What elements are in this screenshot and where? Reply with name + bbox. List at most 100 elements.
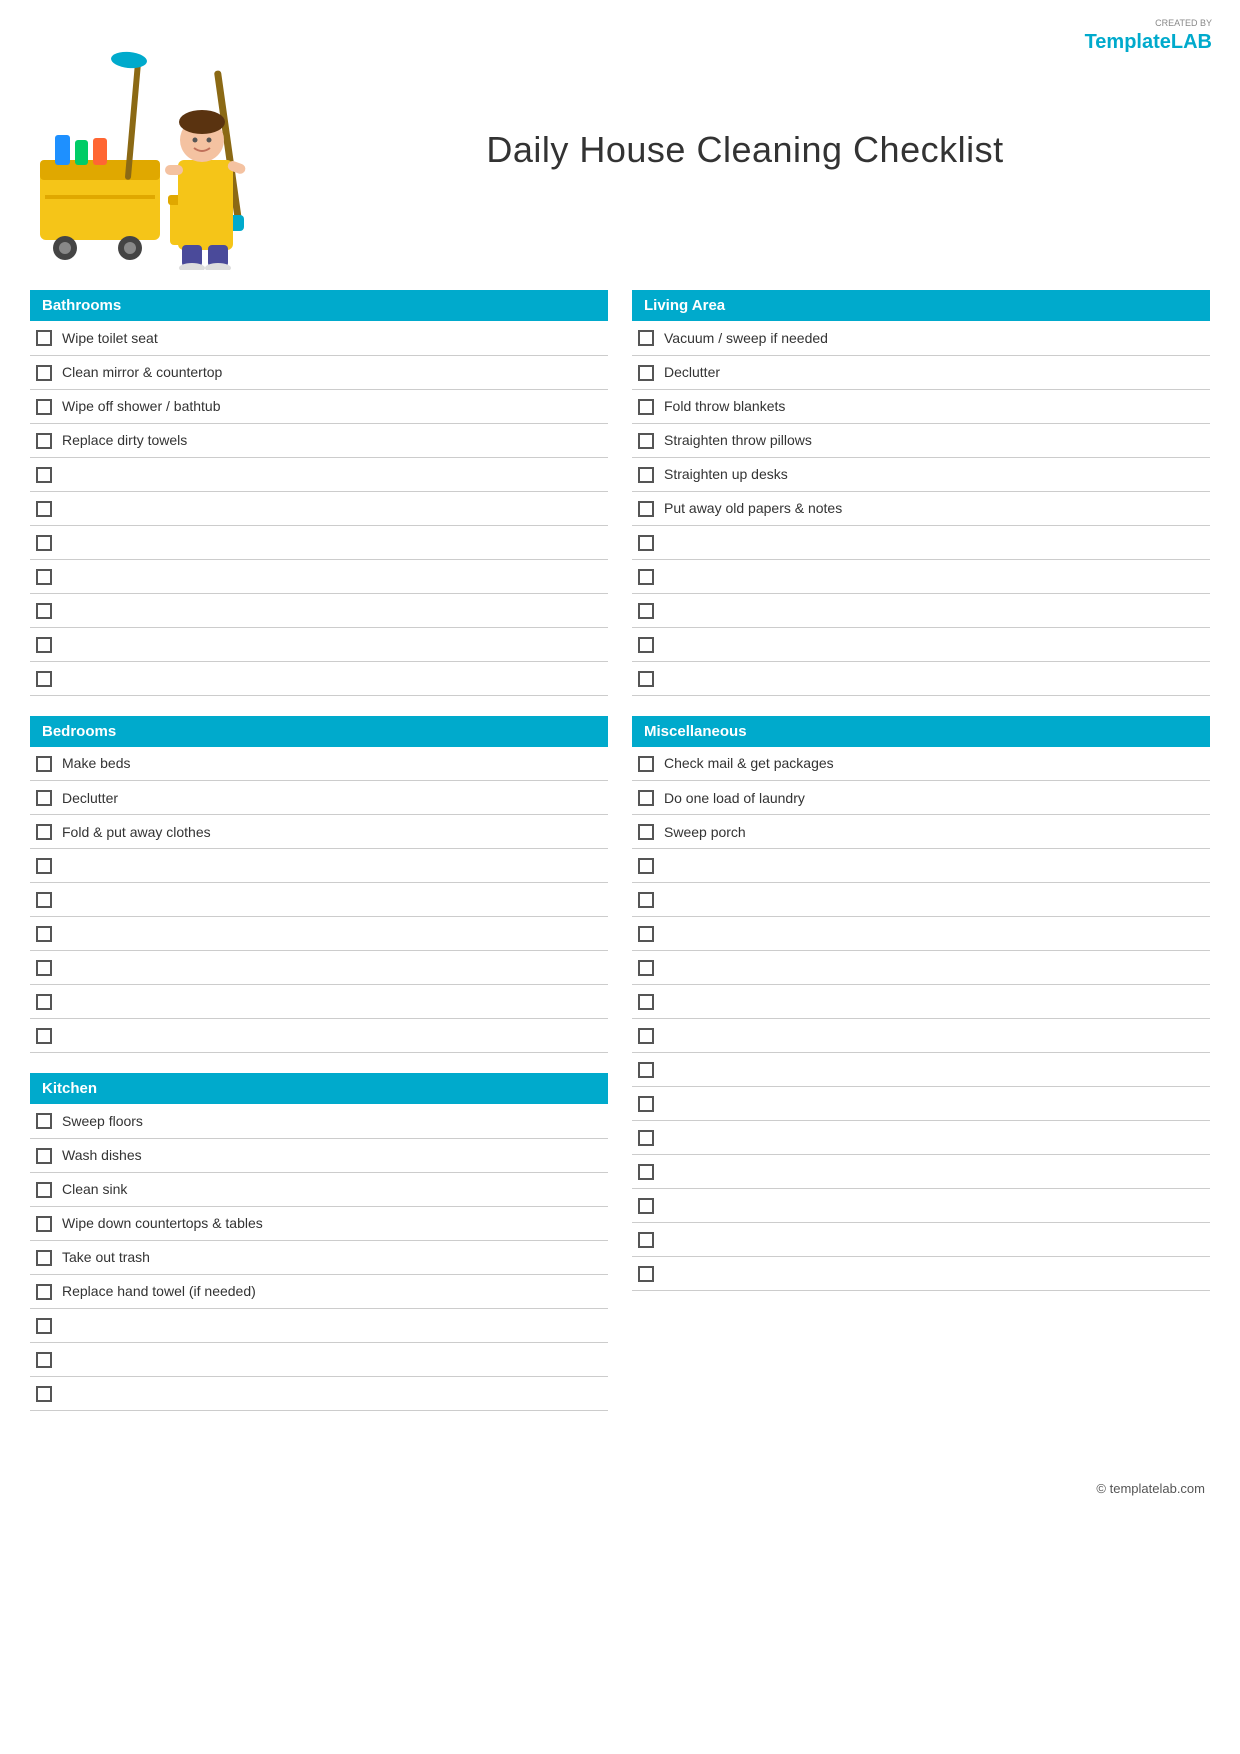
checkbox[interactable] — [36, 603, 52, 619]
checkbox[interactable] — [638, 1198, 654, 1214]
checklist-item-text: Vacuum / sweep if needed — [660, 321, 1210, 355]
checkbox[interactable] — [638, 756, 654, 772]
bathrooms-header: Bathrooms — [30, 290, 608, 321]
checkbox[interactable] — [638, 790, 654, 806]
table-row — [30, 593, 608, 627]
checkbox[interactable] — [36, 637, 52, 653]
checkbox[interactable] — [638, 1096, 654, 1112]
table-row — [632, 1087, 1210, 1121]
checkbox[interactable] — [36, 960, 52, 976]
checkbox[interactable] — [36, 1182, 52, 1198]
checkbox[interactable] — [36, 892, 52, 908]
checklist-item-text — [660, 917, 1210, 951]
checkbox[interactable] — [36, 1250, 52, 1266]
checkbox[interactable] — [36, 994, 52, 1010]
checkbox[interactable] — [36, 433, 52, 449]
checkbox[interactable] — [36, 926, 52, 942]
checkbox[interactable] — [36, 1028, 52, 1044]
checkbox[interactable] — [36, 671, 52, 687]
checkbox[interactable] — [36, 1318, 52, 1334]
main-content: Bathrooms Wipe toilet seatClean mirror &… — [0, 290, 1240, 1471]
checkbox[interactable] — [638, 1164, 654, 1180]
checkbox[interactable] — [638, 501, 654, 517]
checkbox[interactable] — [638, 824, 654, 840]
checkbox[interactable] — [638, 569, 654, 585]
checkbox[interactable] — [638, 858, 654, 874]
checklist-item-text — [58, 661, 608, 695]
checklist-item-text — [58, 883, 608, 917]
checkbox[interactable] — [36, 1113, 52, 1129]
table-row — [632, 951, 1210, 985]
checkbox[interactable] — [36, 535, 52, 551]
checkbox[interactable] — [36, 858, 52, 874]
checkbox-cell — [632, 951, 660, 985]
checkbox[interactable] — [36, 330, 52, 346]
checkbox-cell — [632, 883, 660, 917]
table-row — [632, 1223, 1210, 1257]
table-row — [30, 559, 608, 593]
checkbox[interactable] — [638, 1266, 654, 1282]
checklist-item-text: Put away old papers & notes — [660, 491, 1210, 525]
checkbox[interactable] — [36, 1386, 52, 1402]
checkbox[interactable] — [638, 1062, 654, 1078]
checkbox-cell — [30, 985, 58, 1019]
checkbox[interactable] — [36, 790, 52, 806]
checkbox[interactable] — [36, 365, 52, 381]
table-row: Check mail & get packages — [632, 747, 1210, 781]
checkbox[interactable] — [638, 535, 654, 551]
checkbox[interactable] — [638, 994, 654, 1010]
checkbox[interactable] — [638, 960, 654, 976]
checkbox[interactable] — [36, 467, 52, 483]
checkbox[interactable] — [638, 1028, 654, 1044]
checkbox[interactable] — [638, 399, 654, 415]
checkbox-cell — [30, 525, 58, 559]
checkbox[interactable] — [638, 330, 654, 346]
checkbox[interactable] — [36, 1352, 52, 1368]
checklist-item-text — [58, 1308, 608, 1342]
checkbox[interactable] — [638, 637, 654, 653]
checkbox[interactable] — [638, 365, 654, 381]
checkbox[interactable] — [638, 926, 654, 942]
checkbox[interactable] — [36, 569, 52, 585]
table-row: Wipe off shower / bathtub — [30, 389, 608, 423]
checkbox[interactable] — [36, 1284, 52, 1300]
table-row — [632, 661, 1210, 695]
checkbox[interactable] — [36, 399, 52, 415]
page-title: Daily House Cleaning Checklist — [290, 129, 1200, 171]
checkbox[interactable] — [638, 1232, 654, 1248]
table-row — [30, 1019, 608, 1053]
checklist-item-text: Fold & put away clothes — [58, 815, 608, 849]
miscellaneous-header: Miscellaneous — [632, 716, 1210, 747]
checkbox-cell — [632, 1189, 660, 1223]
checkbox-cell — [30, 321, 58, 355]
table-row — [632, 917, 1210, 951]
checkbox-cell — [632, 781, 660, 815]
checkbox[interactable] — [638, 433, 654, 449]
right-column: Living Area Vacuum / sweep if neededDecl… — [632, 290, 1210, 1431]
checklist-item-text: Declutter — [660, 355, 1210, 389]
checkbox[interactable] — [638, 603, 654, 619]
table-row: Clean mirror & countertop — [30, 355, 608, 389]
checklist-item-text — [58, 917, 608, 951]
checklist-item-text — [660, 1121, 1210, 1155]
checkbox-cell — [30, 1342, 58, 1376]
checkbox-cell — [30, 661, 58, 695]
checkbox[interactable] — [638, 467, 654, 483]
checkbox-cell — [632, 747, 660, 781]
checkbox[interactable] — [36, 1216, 52, 1232]
table-row — [30, 1376, 608, 1410]
checkbox[interactable] — [36, 824, 52, 840]
table-row: Straighten throw pillows — [632, 423, 1210, 457]
checklist-item-text — [58, 1342, 608, 1376]
checkbox[interactable] — [638, 892, 654, 908]
checkbox[interactable] — [36, 501, 52, 517]
checkbox[interactable] — [36, 1148, 52, 1164]
checkbox[interactable] — [638, 671, 654, 687]
checkbox[interactable] — [36, 756, 52, 772]
checkbox[interactable] — [638, 1130, 654, 1146]
created-by-label: CREATED BY — [1085, 18, 1212, 29]
checkbox-cell — [30, 491, 58, 525]
checklist-item-text: Wipe down countertops & tables — [58, 1206, 608, 1240]
logo: CREATED BY TemplateLAB — [1085, 18, 1212, 54]
checkbox-cell — [632, 457, 660, 491]
